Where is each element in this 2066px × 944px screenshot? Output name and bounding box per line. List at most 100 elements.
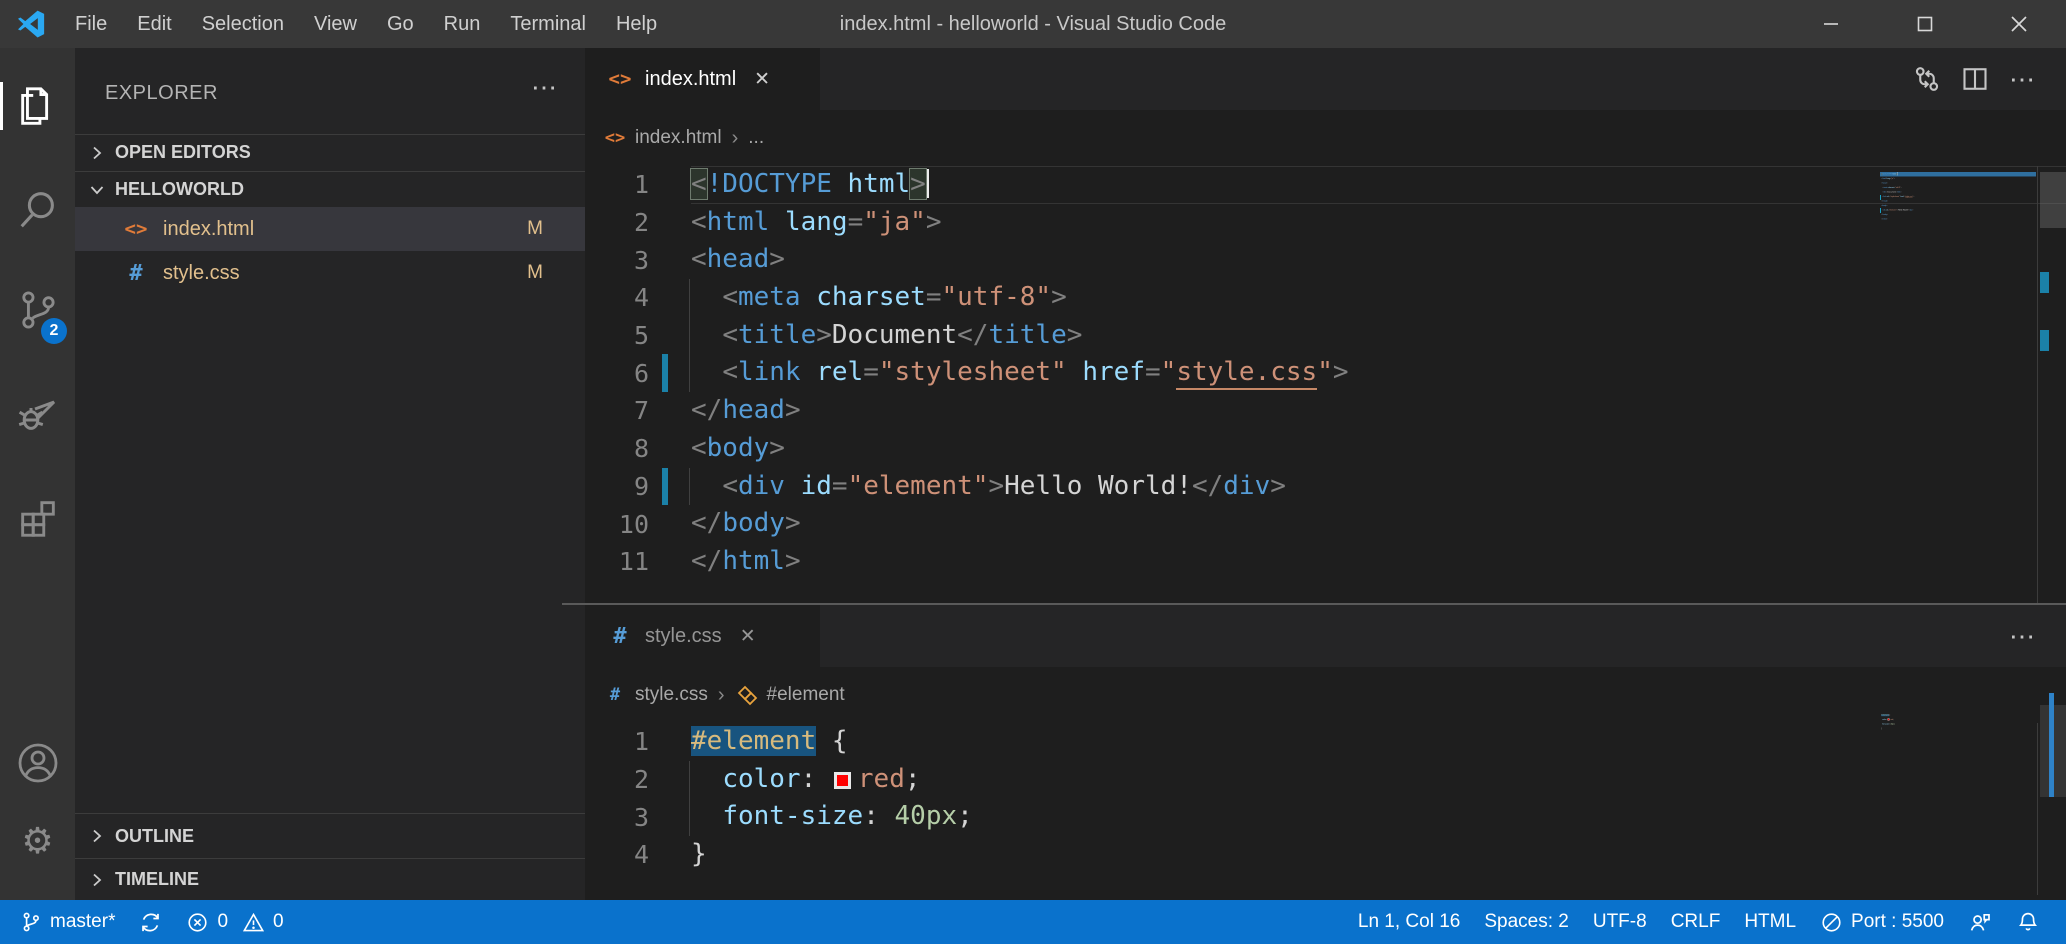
minimize-button[interactable] [1784,0,1878,48]
editor-actions: ⋯ [2006,605,2066,667]
maximize-button[interactable] [1878,0,1972,48]
css-file-icon: # [601,685,629,705]
editor-group-style-css: # style.css ✕ ⋯ # style.css › #element [585,605,2066,900]
code-line[interactable]: 5 <title>Document</title> [585,317,2066,355]
html-file-icon: <> [119,218,153,240]
code-line[interactable]: 8<body> [585,430,2066,468]
menu-edit[interactable]: Edit [122,0,186,48]
code-line[interactable]: 11</html> [585,543,2066,581]
more-actions-icon[interactable]: ⋯ [2006,619,2040,653]
code-line[interactable]: 9 <div id="element">Hello World!</div> [585,468,2066,506]
menu-help[interactable]: Help [601,0,672,48]
code-line[interactable]: 1<!DOCTYPE html> [585,166,2066,204]
notifications-bell-icon[interactable] [2004,900,2052,944]
tab-close-icon[interactable]: ✕ [754,68,770,91]
encoding-item[interactable]: UTF-8 [1581,900,1659,944]
line-number[interactable]: 2 [585,765,649,794]
code-line[interactable]: 2 color: red; [585,761,2066,799]
language-mode-item[interactable]: HTML [1732,900,1808,944]
activity-bar: 2 ⚙ [0,48,75,900]
line-number[interactable]: 9 [585,472,649,501]
modified-line-gutter-mark [662,468,668,506]
run-and-debug-icon[interactable] [0,363,75,463]
chevron-right-icon [87,826,107,846]
code-line[interactable]: 4 <meta charset="utf-8"> [585,279,2066,317]
section-timeline[interactable]: TIMELINE [75,858,585,900]
code-editor-style-css[interactable]: 1#element {2 color: red;3 font-size: 40p… [585,723,2066,900]
html-file-icon: <> [601,128,629,148]
section-open-editors[interactable]: OPEN EDITORS [75,134,585,170]
code-line[interactable]: 6 <link rel="stylesheet" href="style.css… [585,354,2066,392]
file-row-style-css[interactable]: # style.css M [75,251,585,295]
eol-item[interactable]: CRLF [1659,900,1733,944]
code-line[interactable]: 10</body> [585,505,2066,543]
minimap[interactable]: <!DOCTYPE html><html lang="ja"><head> <m… [1880,172,2036,228]
line-number[interactable]: 7 [585,396,649,425]
search-icon[interactable] [0,160,75,260]
line-number[interactable]: 1 [585,170,649,199]
code-line[interactable]: 3 font-size: 40px; [585,798,2066,836]
section-folder-helloworld[interactable]: HELLOWORLD [75,171,585,207]
editor-group-index-html: <> index.html ✕ [585,48,2066,603]
menu-view[interactable]: View [299,0,372,48]
extensions-icon[interactable] [0,468,75,568]
close-button[interactable] [1972,0,2066,48]
live-server-port-item[interactable]: Port : 5500 [1808,900,1956,944]
source-control-icon[interactable]: 2 [0,260,75,360]
feedback-icon[interactable] [1956,900,2004,944]
gutter-spacer [662,761,668,799]
scrollbar-thumb[interactable] [2040,172,2066,228]
section-outline[interactable]: OUTLINE [75,813,585,858]
line-number[interactable]: 5 [585,321,649,350]
split-editor-icon[interactable] [1958,62,1992,96]
color-swatch-red[interactable] [1888,718,1890,720]
menu-terminal[interactable]: Terminal [495,0,601,48]
sync-item[interactable] [127,900,174,944]
code-line[interactable]: 3<head> [585,241,2066,279]
code-line[interactable]: 7</head> [585,392,2066,430]
line-number[interactable]: 10 [585,510,649,539]
explorer-more-actions-icon[interactable]: ⋯ [531,72,559,103]
code-editor-index-html[interactable]: 1<!DOCTYPE html>2<html lang="ja">3<head>… [585,166,2066,603]
code-line[interactable]: 2<html lang="ja"> [585,204,2066,242]
line-number[interactable]: 3 [585,803,649,832]
text-cursor [927,169,930,198]
line-number[interactable]: 1 [585,727,649,756]
problems-item[interactable]: 0 0 [174,900,295,944]
file-row-index-html[interactable]: <> index.html M [75,207,585,251]
line-number[interactable]: 2 [585,208,649,237]
breadcrumb-file[interactable]: index.html [635,127,722,149]
menu-selection[interactable]: Selection [187,0,299,48]
explorer-icon[interactable] [0,56,75,156]
minimap[interactable]: #element { color: red; font-size: 40px;} [1880,713,2036,737]
line-number[interactable]: 3 [585,246,649,275]
indentation-item[interactable]: Spaces: 2 [1472,900,1581,944]
color-swatch-red[interactable] [834,772,851,789]
breadcrumb-file[interactable]: style.css [635,684,708,706]
tab-index-html[interactable]: <> index.html ✕ [585,48,820,110]
open-changes-icon[interactable] [1910,62,1944,96]
code-line[interactable]: 1#element { [585,723,2066,761]
cursor-position-item[interactable]: Ln 1, Col 16 [1346,900,1472,944]
minimap-divider [2037,166,2038,603]
menu-go[interactable]: Go [372,0,429,48]
minimap-divider [2037,723,2038,895]
breadcrumb-tail[interactable]: ... [748,127,764,149]
git-branch-item[interactable]: master* [8,900,127,944]
line-number[interactable]: 11 [585,547,649,576]
line-number[interactable]: 6 [585,359,649,388]
more-actions-icon[interactable]: ⋯ [2006,62,2040,96]
code-line[interactable]: 4} [585,836,2066,874]
explorer-sidebar: EXPLORER ⋯ OPEN EDITORS HELLOWORLD <> in… [75,48,585,900]
breadcrumb-symbol[interactable]: #element [767,684,845,706]
menu-run[interactable]: Run [429,0,496,48]
chevron-down-icon [87,180,107,200]
settings-gear-icon[interactable]: ⚙ [0,791,75,891]
tab-label: index.html [645,68,736,91]
tab-style-css[interactable]: # style.css ✕ [585,605,820,667]
menu-file[interactable]: File [60,0,122,48]
line-number[interactable]: 8 [585,434,649,463]
line-number[interactable]: 4 [585,840,649,869]
tab-close-icon[interactable]: ✕ [740,625,756,648]
line-number[interactable]: 4 [585,283,649,312]
